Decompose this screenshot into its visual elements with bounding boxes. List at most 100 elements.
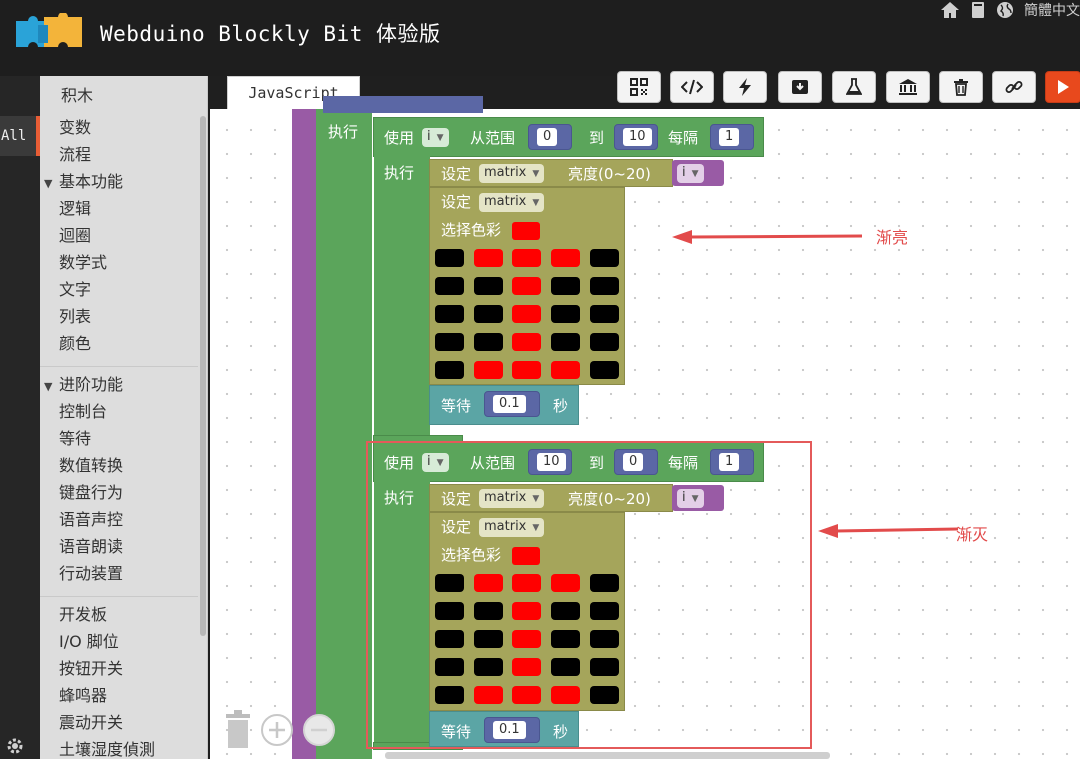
- color-swatch[interactable]: [512, 222, 540, 240]
- matrix-name: matrix: [484, 165, 527, 180]
- matrix-dropdown[interactable]: matrix ▼: [479, 164, 545, 183]
- zoom-out-icon[interactable]: [302, 713, 336, 747]
- led-cell[interactable]: [551, 305, 580, 323]
- toolbox-category[interactable]: 等待: [40, 425, 200, 452]
- outer-function-block[interactable]: [292, 109, 316, 759]
- toolbox-category[interactable]: I/O 脚位: [40, 628, 200, 655]
- toolbox-label: 颜色: [59, 334, 92, 353]
- led-cell[interactable]: [551, 249, 580, 267]
- gear-icon[interactable]: [6, 737, 24, 755]
- flash-button[interactable]: [723, 71, 767, 103]
- led-cell[interactable]: [512, 249, 541, 267]
- delete-button[interactable]: [939, 71, 983, 103]
- toolbox-category[interactable]: 颜色: [40, 330, 200, 357]
- loop-var-dropdown[interactable]: i ▼: [422, 128, 449, 147]
- brightness-var-dropdown[interactable]: i ▼: [677, 164, 704, 183]
- run-button[interactable]: [1045, 71, 1080, 103]
- toolbox-category[interactable]: 数值转换: [40, 452, 200, 479]
- trash-icon: [954, 79, 968, 96]
- led-cell[interactable]: [435, 277, 464, 295]
- outer-loop-block[interactable]: [316, 109, 372, 759]
- led-cell[interactable]: [590, 305, 619, 323]
- led-cell[interactable]: [512, 333, 541, 351]
- matrix-dropdown[interactable]: matrix ▼: [479, 193, 545, 212]
- range-from-label: 从范围: [470, 129, 516, 147]
- library-icon: [899, 79, 917, 95]
- step-block-value[interactable]: 1: [719, 128, 740, 146]
- qr-code-button[interactable]: [617, 71, 661, 103]
- toolbox-separator: [40, 587, 198, 597]
- led-cell[interactable]: [474, 305, 503, 323]
- led-cell[interactable]: [435, 361, 464, 379]
- toolbox-group[interactable]: ▼ 基本功能: [40, 168, 200, 195]
- led-cell[interactable]: [474, 249, 503, 267]
- led-cell[interactable]: [590, 277, 619, 295]
- led-cell[interactable]: [474, 361, 503, 379]
- toolbox-category[interactable]: 数学式: [40, 249, 200, 276]
- language-selector[interactable]: 簡體中文: [1024, 0, 1080, 20]
- toolbox-label: 土壤湿度偵測: [59, 740, 156, 759]
- wait-value-block[interactable]: 0.1: [484, 391, 540, 417]
- toolbox-separator: [40, 357, 198, 367]
- toolbox-category[interactable]: 震动开关: [40, 709, 200, 736]
- globe-icon[interactable]: [996, 1, 1014, 19]
- led-cell[interactable]: [474, 277, 503, 295]
- toolbox-category[interactable]: 土壤湿度偵測: [40, 736, 200, 759]
- dropdown-arrow-icon: ▼: [532, 169, 540, 179]
- led-cell[interactable]: [512, 305, 541, 323]
- toolbox-category[interactable]: 开发板: [40, 601, 200, 628]
- toolbox-category[interactable]: 语音朗读: [40, 533, 200, 560]
- toolbox-label: 迴圈: [59, 226, 92, 245]
- led-cell[interactable]: [551, 277, 580, 295]
- toolbox-category[interactable]: 文字: [40, 276, 200, 303]
- toolbox-category[interactable]: 按钮开关: [40, 655, 200, 682]
- wait-value-block-value[interactable]: 0.1: [493, 395, 526, 413]
- outer-do-label: 执行: [328, 123, 359, 141]
- workspace-trash-icon[interactable]: [224, 710, 252, 748]
- toolbox-group[interactable]: ▼ 进阶功能: [40, 371, 200, 398]
- led-cell[interactable]: [435, 305, 464, 323]
- led-cell[interactable]: [590, 361, 619, 379]
- brightness-label: 亮度(0~20): [568, 165, 651, 183]
- library-button[interactable]: [886, 71, 930, 103]
- range-start-block-value[interactable]: 0: [537, 128, 558, 146]
- toolbox-category[interactable]: 行动装置: [40, 560, 200, 587]
- led-cell[interactable]: [474, 333, 503, 351]
- toolbox-category[interactable]: 键盘行为: [40, 479, 200, 506]
- all-tab[interactable]: All: [0, 116, 40, 156]
- fade-out-arrow: [818, 524, 958, 538]
- toolbox-category[interactable]: 流程: [40, 141, 200, 168]
- share-link-button[interactable]: [992, 71, 1036, 103]
- led-cell[interactable]: [590, 249, 619, 267]
- led-cell[interactable]: [512, 361, 541, 379]
- led-cell[interactable]: [551, 333, 580, 351]
- code-button[interactable]: [670, 71, 714, 103]
- home-icon[interactable]: [940, 1, 960, 19]
- book-icon[interactable]: [970, 1, 986, 19]
- range-end-block[interactable]: 10: [614, 124, 658, 150]
- seconds-label: 秒: [553, 397, 569, 415]
- toolbox-category[interactable]: 变数: [40, 114, 200, 141]
- lab-button[interactable]: [832, 71, 876, 103]
- toolbox-category[interactable]: 语音声控: [40, 506, 200, 533]
- toolbox-scrollbar[interactable]: [200, 116, 206, 636]
- led-cell[interactable]: [551, 361, 580, 379]
- download-button[interactable]: [778, 71, 822, 103]
- workspace-hscrollbar[interactable]: [385, 752, 830, 759]
- range-start-block[interactable]: 0: [528, 124, 572, 150]
- range-end-block-value[interactable]: 10: [623, 128, 652, 146]
- step-block[interactable]: 1: [710, 124, 754, 150]
- led-cell[interactable]: [512, 277, 541, 295]
- brightness-var: i: [682, 165, 686, 180]
- toolbox-category[interactable]: 蜂鸣器: [40, 682, 200, 709]
- webduino-logo: [16, 13, 82, 47]
- toolbox-category[interactable]: 列表: [40, 303, 200, 330]
- zoom-in-icon[interactable]: [260, 713, 294, 747]
- led-cell[interactable]: [435, 249, 464, 267]
- led-cell[interactable]: [435, 333, 464, 351]
- toolbox-category[interactable]: 逻辑: [40, 195, 200, 222]
- led-cell[interactable]: [590, 333, 619, 351]
- toolbox-label: 蜂鸣器: [59, 686, 108, 705]
- toolbox-category[interactable]: 控制台: [40, 398, 200, 425]
- toolbox-category[interactable]: 迴圈: [40, 222, 200, 249]
